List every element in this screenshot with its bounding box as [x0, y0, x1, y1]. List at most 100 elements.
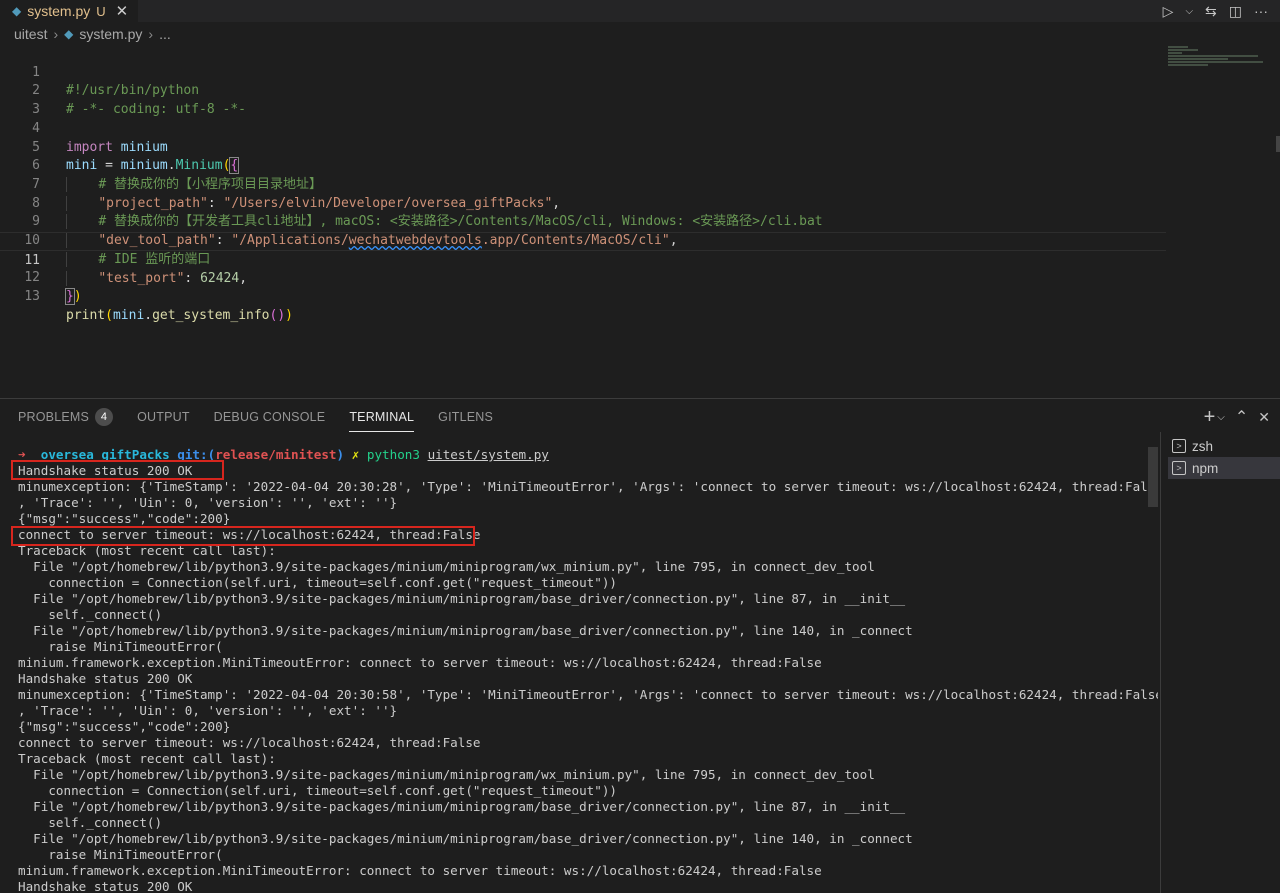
terminal-line: Handshake status 200 OK — [18, 671, 193, 686]
tab-system-py[interactable]: ◆ system.py U ✕ — [0, 0, 139, 22]
terminal-line: raise MiniTimeoutError( — [18, 639, 223, 654]
new-terminal-icon[interactable]: + — [1204, 406, 1216, 429]
split-editor-icon[interactable]: ◫ — [1229, 3, 1242, 20]
tab-label: TERMINAL — [349, 410, 415, 424]
problems-count-badge: 4 — [95, 408, 114, 426]
chevron-down-icon[interactable]: ⌵ — [1185, 6, 1193, 17]
terminal-instance-label: npm — [1192, 460, 1219, 476]
tab-filename: system.py — [27, 3, 91, 19]
tab-label: DEBUG CONSOLE — [213, 410, 326, 424]
line-number: 13 — [24, 289, 40, 305]
code-line: 3 — [0, 82, 1166, 117]
terminal-line: {"msg":"success","code":200} — [18, 719, 231, 734]
code-line-current: 11 "test_port": 62424, — [0, 232, 1166, 287]
terminal-line: File "/opt/homebrew/lib/python3.9/site-p… — [18, 623, 913, 638]
tab-untracked-badge: U — [96, 3, 106, 19]
function-name: print — [66, 307, 106, 323]
terminal-line: minumexception: {'TimeStamp': '2022-04-0… — [18, 687, 1158, 702]
panel-actions: + ⌵ ⌃ ✕ — [1204, 405, 1270, 429]
terminal-line: minumexception: {'TimeStamp': '2022-04-0… — [18, 479, 1158, 494]
paren: () — [269, 307, 286, 323]
highlight-box-handshake — [11, 460, 224, 480]
terminal-line: File "/opt/homebrew/lib/python3.9/site-p… — [18, 591, 906, 606]
terminal-line: File "/opt/homebrew/lib/python3.9/site-p… — [18, 831, 913, 846]
minimap[interactable] — [1168, 45, 1268, 75]
terminal-instance-zsh[interactable]: > zsh — [1168, 435, 1280, 457]
code-line: 8 # 替换成你的【开发者工具cli地址】, macOS: <安装路径>/Con… — [0, 176, 1166, 230]
panel-tab-bar: PROBLEMS 4 OUTPUT DEBUG CONSOLE TERMINAL… — [18, 405, 493, 432]
terminal-instance-npm[interactable]: > npm — [1168, 457, 1280, 479]
function-name: get_system_info — [152, 307, 270, 323]
python-file-icon: ◆ — [64, 27, 74, 41]
dirty-icon: ✗ — [351, 447, 360, 462]
editor-tab-bar: ◆ system.py U ✕ ▷ ⌵ ⇆ ◫ ··· — [0, 0, 1280, 22]
terminal-line: {"msg":"success","code":200} — [18, 511, 231, 526]
tab-terminal[interactable]: TERMINAL — [349, 405, 415, 432]
terminal-line: File "/opt/homebrew/lib/python3.9/site-p… — [18, 559, 875, 574]
tab-label: OUTPUT — [137, 410, 190, 424]
paren: ) — [285, 307, 293, 323]
code-line: 5 mini = minium.Minium({ — [0, 120, 1166, 175]
code-line: 9 "dev_tool_path": "/Applications/wechat… — [0, 195, 1166, 248]
chevron-down-icon[interactable]: ⌵ — [1217, 412, 1225, 423]
tab-label: GITLENS — [438, 410, 494, 424]
code-line: 1 #!/usr/bin/python — [0, 45, 1166, 99]
terminal-line: self._connect() — [18, 607, 163, 622]
breadcrumb-file[interactable]: system.py — [79, 26, 142, 42]
terminal-line: File "/opt/homebrew/lib/python3.9/site-p… — [18, 799, 906, 814]
more-actions-icon[interactable]: ··· — [1254, 3, 1268, 19]
code-line: 2 # -*- coding: utf-8 -*- — [0, 64, 1166, 117]
terminal-line: minium.framework.exception.MiniTimeoutEr… — [18, 863, 822, 878]
brace: } — [65, 288, 75, 306]
terminal-line: minium.framework.exception.MiniTimeoutEr… — [18, 655, 822, 670]
terminal-output[interactable]: ➜ oversea_giftPacks git:(release/minites… — [18, 447, 1158, 893]
terminal-line: , 'Trace': '', 'Uin': 0, 'version': '', … — [18, 703, 398, 718]
panel-divider[interactable] — [0, 398, 1280, 399]
terminal-icon: > — [1172, 461, 1186, 475]
code-editor[interactable]: 1 #!/usr/bin/python 2 # -*- coding: utf-… — [0, 45, 1170, 390]
prompt-branch: release/minitest — [215, 447, 337, 462]
python-file-icon: ◆ — [12, 4, 22, 18]
terminal-line: Traceback (most recent call last): — [18, 751, 276, 766]
prompt-command: python3 — [366, 447, 420, 462]
maximize-panel-icon[interactable]: ⌃ — [1235, 407, 1248, 427]
prompt-git-end: ) — [336, 447, 345, 462]
terminal-line: , 'Trace': '', 'Uin': 0, 'version': '', … — [18, 495, 398, 510]
terminal-line: self._connect() — [18, 815, 163, 830]
tab-output[interactable]: OUTPUT — [137, 405, 190, 429]
breadcrumb-folder[interactable]: uitest — [14, 26, 47, 42]
breadcrumb: uitest › ◆ system.py › ... — [14, 24, 171, 44]
terminal-line: raise MiniTimeoutError( — [18, 847, 223, 862]
code-line: 13 print(mini.get_system_info()) — [0, 269, 1166, 323]
code-line: 4 import minium — [0, 101, 1166, 155]
terminal-line: File "/opt/homebrew/lib/python3.9/site-p… — [18, 767, 875, 782]
terminal-line: connect to server timeout: ws://localhos… — [18, 735, 481, 750]
tab-debug-console[interactable]: DEBUG CONSOLE — [214, 405, 326, 429]
terminal-icon: > — [1172, 439, 1186, 453]
run-icon[interactable]: ▷ — [1163, 3, 1174, 20]
tab-gitlens[interactable]: GITLENS — [438, 405, 493, 429]
terminal-line: Handshake status 200 OK — [18, 879, 193, 893]
tab-problems[interactable]: PROBLEMS 4 — [18, 405, 114, 429]
highlight-box-timeout — [11, 526, 475, 546]
compare-changes-icon[interactable]: ⇆ — [1205, 3, 1217, 20]
editor-scrollbar[interactable] — [1276, 136, 1280, 152]
terminal-line: connection = Connection(self.uri, timeou… — [18, 575, 617, 590]
terminal-instance-list: > zsh > npm — [1168, 435, 1280, 479]
code-line: 7 "project_path": "/Users/elvin/Develope… — [0, 157, 1166, 211]
terminal-instance-label: zsh — [1192, 438, 1214, 454]
code-line: 12 }) — [0, 251, 1166, 306]
variable-name: mini — [112, 307, 145, 323]
terminal-line: connection = Connection(self.uri, timeou… — [18, 783, 617, 798]
prompt-argument[interactable]: uitest/system.py — [428, 447, 549, 462]
paren: ) — [73, 289, 82, 305]
code-line: 10 # IDE 监听的端口 — [0, 213, 1166, 267]
dot: . — [144, 307, 153, 323]
breadcrumb-symbol[interactable]: ... — [159, 26, 171, 42]
paren: ( — [105, 307, 113, 323]
terminal-list-divider[interactable] — [1160, 432, 1161, 893]
close-panel-icon[interactable]: ✕ — [1258, 409, 1270, 426]
code-line: 6 # 替换成你的【小程序项目目录地址】 — [0, 139, 1166, 192]
terminal-scrollbar[interactable] — [1148, 447, 1158, 507]
close-icon[interactable]: ✕ — [116, 2, 129, 20]
